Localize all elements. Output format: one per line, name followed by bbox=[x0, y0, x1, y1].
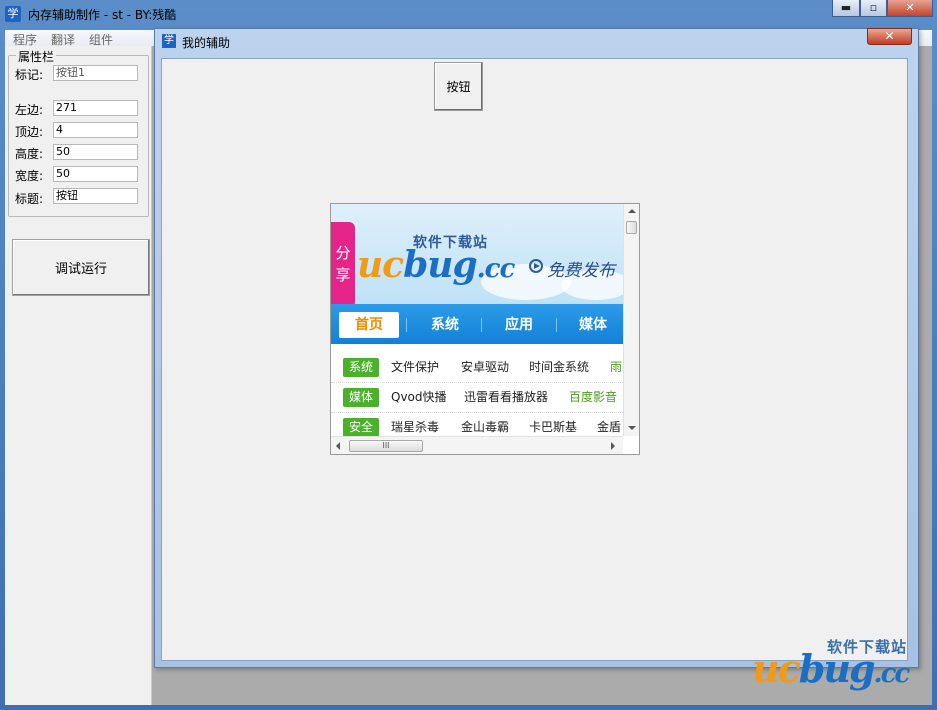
web-browser-control[interactable]: 软件下载站 ucbug.cc 免费发布 分享 首页 系统 应用 媒体 系统 文件… bbox=[330, 203, 640, 455]
category-badge[interactable]: 安全 bbox=[343, 418, 379, 437]
category-link[interactable]: Qvod快播 bbox=[391, 388, 447, 405]
category-link[interactable]: 百度影音 bbox=[569, 388, 617, 405]
prop-label-caption: 标题: bbox=[15, 192, 44, 206]
app-icon: 学 bbox=[5, 6, 21, 22]
watermark-logo-text: ucbug.cc bbox=[752, 646, 911, 691]
site-slogan: 免费发布 bbox=[547, 261, 615, 281]
scroll-down-icon[interactable] bbox=[628, 426, 636, 430]
prop-label-left: 左边: bbox=[15, 103, 44, 117]
logo-text-cc: .cc bbox=[476, 254, 516, 284]
category-link[interactable]: 金盾 bbox=[597, 418, 621, 435]
form-window: 学 我的辅助 ✕ 按钮 软件下载站 ucbug.cc 免费发布 分享 首页 系统 bbox=[154, 28, 919, 668]
form-button[interactable]: 按钮 bbox=[434, 62, 483, 111]
category-badge[interactable]: 系统 bbox=[343, 358, 379, 377]
play-icon bbox=[529, 259, 543, 273]
vertical-scroll-thumb[interactable] bbox=[626, 221, 637, 234]
category-link[interactable]: 金山毒霸 bbox=[461, 418, 509, 435]
debug-run-button[interactable]: 调试运行 bbox=[12, 239, 150, 296]
category-link[interactable]: 卡巴斯基 bbox=[529, 418, 577, 435]
watermark-logo: 软件下载站 ucbug.cc bbox=[752, 636, 932, 696]
form-client-area: 按钮 软件下载站 ucbug.cc 免费发布 分享 首页 系统 应用 媒体 系统… bbox=[161, 58, 908, 661]
site-nav: 首页 系统 应用 媒体 bbox=[331, 304, 623, 344]
category-row: 系统 文件保护 安卓驱动 时间金系统 雨 bbox=[331, 352, 623, 383]
form-window-title: 我的辅助 bbox=[182, 36, 231, 50]
site-logo[interactable]: ucbug.cc bbox=[357, 244, 516, 286]
category-link[interactable]: 迅雷看看播放器 bbox=[464, 388, 548, 405]
nav-divider bbox=[481, 318, 482, 332]
form-window-icon: 学 bbox=[162, 34, 176, 48]
category-link[interactable]: 安卓驱动 bbox=[461, 358, 509, 375]
category-row: 媒体 Qvod快播 迅雷看看播放器 百度影音 bbox=[331, 382, 623, 413]
category-link[interactable]: 时间金系统 bbox=[529, 358, 589, 375]
scroll-left-icon[interactable] bbox=[336, 442, 340, 450]
nav-media[interactable]: 媒体 bbox=[563, 312, 623, 338]
prop-label-height: 高度: bbox=[15, 147, 44, 161]
category-badge[interactable]: 媒体 bbox=[343, 388, 379, 407]
close-button[interactable]: ✕ bbox=[887, 0, 933, 17]
vertical-scrollbar[interactable] bbox=[623, 204, 639, 436]
maximize-button[interactable]: ▫ bbox=[860, 0, 887, 17]
horizontal-scrollbar[interactable]: III bbox=[331, 436, 623, 454]
nav-apps[interactable]: 应用 bbox=[489, 312, 549, 338]
logo-text-bug: bug bbox=[403, 244, 478, 286]
watermark-bug: bug bbox=[798, 646, 876, 691]
category-link[interactable]: 瑞星杀毒 bbox=[391, 418, 439, 435]
prop-input-top[interactable] bbox=[53, 122, 138, 138]
nav-divider bbox=[556, 318, 557, 332]
share-tab[interactable]: 分享 bbox=[331, 222, 355, 308]
watermark-cc: .cc bbox=[873, 659, 911, 689]
prop-input-tag[interactable] bbox=[53, 65, 138, 81]
prop-input-width[interactable] bbox=[53, 166, 138, 182]
scroll-up-icon[interactable] bbox=[628, 209, 636, 213]
nav-system[interactable]: 系统 bbox=[415, 312, 475, 338]
prop-label-width: 宽度: bbox=[15, 169, 44, 183]
horizontal-scroll-thumb[interactable]: III bbox=[349, 440, 423, 452]
property-group-title: 属性栏 bbox=[16, 48, 57, 65]
site-banner: 软件下载站 ucbug.cc 免费发布 bbox=[331, 204, 623, 304]
prop-input-height[interactable] bbox=[53, 144, 138, 160]
prop-input-left[interactable] bbox=[53, 100, 138, 116]
main-window: 学 内存辅助制作 - st - BY:残酷 ▬ ▫ ✕ 程序 翻译 组件 属性栏… bbox=[0, 0, 937, 710]
scroll-right-icon[interactable] bbox=[611, 442, 615, 450]
logo-text-uc: uc bbox=[357, 244, 404, 286]
window-title: 内存辅助制作 - st - BY:残酷 bbox=[28, 8, 177, 22]
nav-divider bbox=[406, 318, 407, 332]
property-panel: 属性栏 标记: 左边: 顶边: 高度: 宽度: 标题: 调试运行 bbox=[5, 46, 152, 705]
title-bar[interactable]: 学 内存辅助制作 - st - BY:残酷 ▬ ▫ ✕ bbox=[0, 0, 937, 30]
nav-home[interactable]: 首页 bbox=[339, 312, 399, 338]
prop-label-top: 顶边: bbox=[15, 125, 44, 139]
category-link[interactable]: 雨 bbox=[610, 358, 622, 375]
prop-input-caption[interactable] bbox=[53, 188, 138, 204]
form-close-button[interactable]: ✕ bbox=[867, 28, 912, 45]
category-link[interactable]: 文件保护 bbox=[391, 358, 439, 375]
watermark-uc: uc bbox=[752, 646, 801, 691]
prop-label-tag: 标记: bbox=[15, 68, 44, 82]
property-group: 属性栏 标记: 左边: 顶边: 高度: 宽度: 标题: bbox=[8, 48, 149, 217]
minimize-button[interactable]: ▬ bbox=[832, 0, 860, 17]
